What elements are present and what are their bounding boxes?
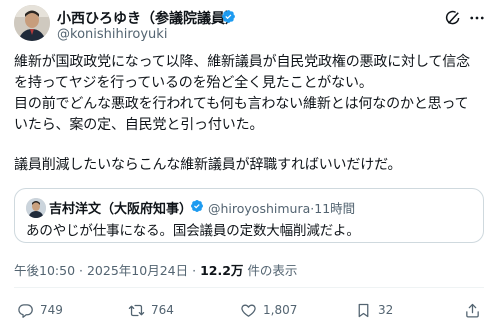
bookmark-button[interactable]: 32 [355,301,393,319]
author-avatar[interactable] [14,5,50,41]
timestamp-date[interactable]: 2025年10月24日 [87,263,188,278]
tweet-text-line: 維新が国政政党になって以降、維新議員が自民党政権の悪政に対して信念 [14,54,470,70]
view-count-label: 件の表示 [247,263,298,278]
tweet-text-line: を持ってヤジを行っているのを殆ど全く見たことがない。 [14,75,373,91]
reply-button[interactable]: 749 [17,301,63,319]
reply-icon [18,303,33,318]
tweet-text-line: 目の前でどんな悪政を行われても何も言わない維新とは何なのかと思って [14,96,469,112]
quoted-author-name: 吉村洋文（大阪府知事） [49,202,193,217]
verified-badge-icon [191,200,203,212]
repost-count: 764 [151,303,174,317]
reply-count: 749 [40,303,63,317]
more-options-icon[interactable] [468,9,486,27]
repost-button[interactable]: 764 [128,301,174,319]
author-handle[interactable]: @konishihiroyuki [57,27,167,42]
repost-icon [128,304,145,316]
author-name[interactable]: 小西ひろゆき（参議院議員） [57,8,239,28]
share-button[interactable] [464,301,481,319]
tweet-text-line: いたら、案の定、自民党と引っ付いた。 [14,117,264,133]
timestamp-time[interactable]: 午後10:50 [14,263,75,278]
timestamp-separator: · [192,263,197,278]
bookmark-count: 32 [378,303,394,317]
heart-icon [241,304,256,317]
like-count: 1,807 [263,303,298,317]
timestamp-separator: · [79,263,83,278]
quoted-tweet-time: 11時間 [314,201,356,216]
share-icon [466,303,479,318]
view-count: 12.2万 [200,263,244,278]
quoted-tweet-meta: @hiroyoshimura·11時間 [208,198,355,217]
quoted-author-handle: @hiroyoshimura [208,201,311,216]
verified-badge-icon [222,10,235,23]
quoted-author-avatar[interactable] [26,198,46,218]
like-button[interactable]: 1,807 [240,301,297,319]
bookmark-icon [358,303,369,317]
quoted-tweet[interactable]: 吉村洋文（大阪府知事） @hiroyoshimura·11時間 あのやじが仕事に… [14,188,484,243]
grok-icon[interactable] [444,9,462,27]
divider [14,287,484,288]
tweet-timestamp: 午後10:50 · 2025年10月24日 · 12.2万 件の表示 [14,260,297,279]
tweet-text-line: 議員削減したいならこんな維新議員が辞職すればいいだけだ。 [14,157,402,173]
quoted-tweet-text: あのやじが仕事になる。国会議員の定数大幅削減だよ。 [26,223,360,239]
